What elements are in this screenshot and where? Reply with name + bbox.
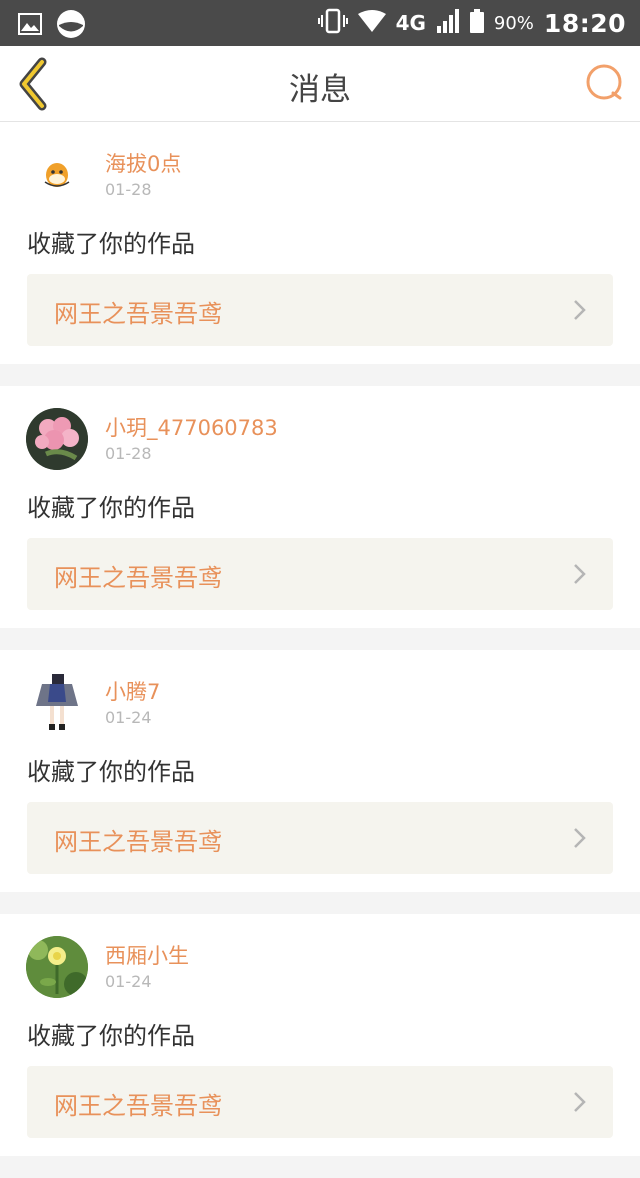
timestamp: 01-28 (105, 180, 152, 199)
timestamp: 01-28 (105, 444, 152, 463)
notification-list: 海拔0点 01-28 收藏了你的作品 网王之吾景吾鸢 小玥_477060783 … (0, 122, 640, 1178)
notification-item: 小玥_477060783 01-28 收藏了你的作品 网王之吾景吾鸢 (0, 386, 640, 628)
work-link[interactable]: 网王之吾景吾鸢 (27, 274, 613, 346)
work-link[interactable]: 网王之吾景吾鸢 (27, 1066, 613, 1138)
work-link[interactable]: 网王之吾景吾鸢 (27, 802, 613, 874)
work-title: 网王之吾景吾鸢 (54, 1092, 222, 1120)
work-link[interactable]: 网王之吾景吾鸢 (27, 538, 613, 610)
username[interactable]: 小玥_477060783 (105, 412, 278, 442)
action-text: 收藏了你的作品 (27, 230, 195, 258)
battery-level: 90% (493, 12, 534, 34)
timestamp: 01-24 (105, 972, 152, 991)
notification-item: 小腾7 01-24 收藏了你的作品 网王之吾景吾鸢 (0, 650, 640, 892)
battery-icon (469, 9, 484, 37)
avatar[interactable] (26, 408, 88, 470)
network-type: 4G (395, 11, 426, 35)
avatar[interactable] (26, 672, 88, 734)
chevron-right-icon (574, 300, 586, 320)
action-text: 收藏了你的作品 (27, 758, 195, 786)
work-title: 网王之吾景吾鸢 (54, 300, 222, 328)
username[interactable]: 西厢小生 (105, 940, 189, 970)
chevron-right-icon (574, 564, 586, 584)
action-text: 收藏了你的作品 (27, 494, 195, 522)
page-title: 消息 (289, 72, 351, 108)
signal-icon (436, 8, 460, 38)
app-notification-icon (56, 9, 86, 43)
wifi-icon (357, 10, 386, 36)
username[interactable]: 海拔0点 (105, 148, 181, 178)
avatar[interactable] (26, 936, 88, 998)
gallery-icon (18, 13, 42, 39)
chevron-right-icon (574, 1092, 586, 1112)
username[interactable]: 小腾7 (105, 676, 160, 706)
vibrate-icon (317, 8, 348, 38)
action-text: 收藏了你的作品 (27, 1022, 195, 1050)
work-title: 网王之吾景吾鸢 (54, 828, 222, 856)
notification-item: 西厢小生 01-24 收藏了你的作品 网王之吾景吾鸢 (0, 914, 640, 1156)
status-bar: 4G 90% 18:20 (0, 0, 640, 46)
notification-item: 海拔0点 01-28 收藏了你的作品 网王之吾景吾鸢 (0, 122, 640, 364)
work-title: 网王之吾景吾鸢 (54, 564, 222, 592)
nav-header: 消息 (0, 46, 640, 122)
search-icon (586, 64, 622, 100)
chevron-right-icon (574, 828, 586, 848)
clock: 18:20 (543, 8, 626, 38)
avatar[interactable] (26, 144, 88, 206)
search-button[interactable] (584, 62, 626, 104)
timestamp: 01-24 (105, 708, 152, 727)
